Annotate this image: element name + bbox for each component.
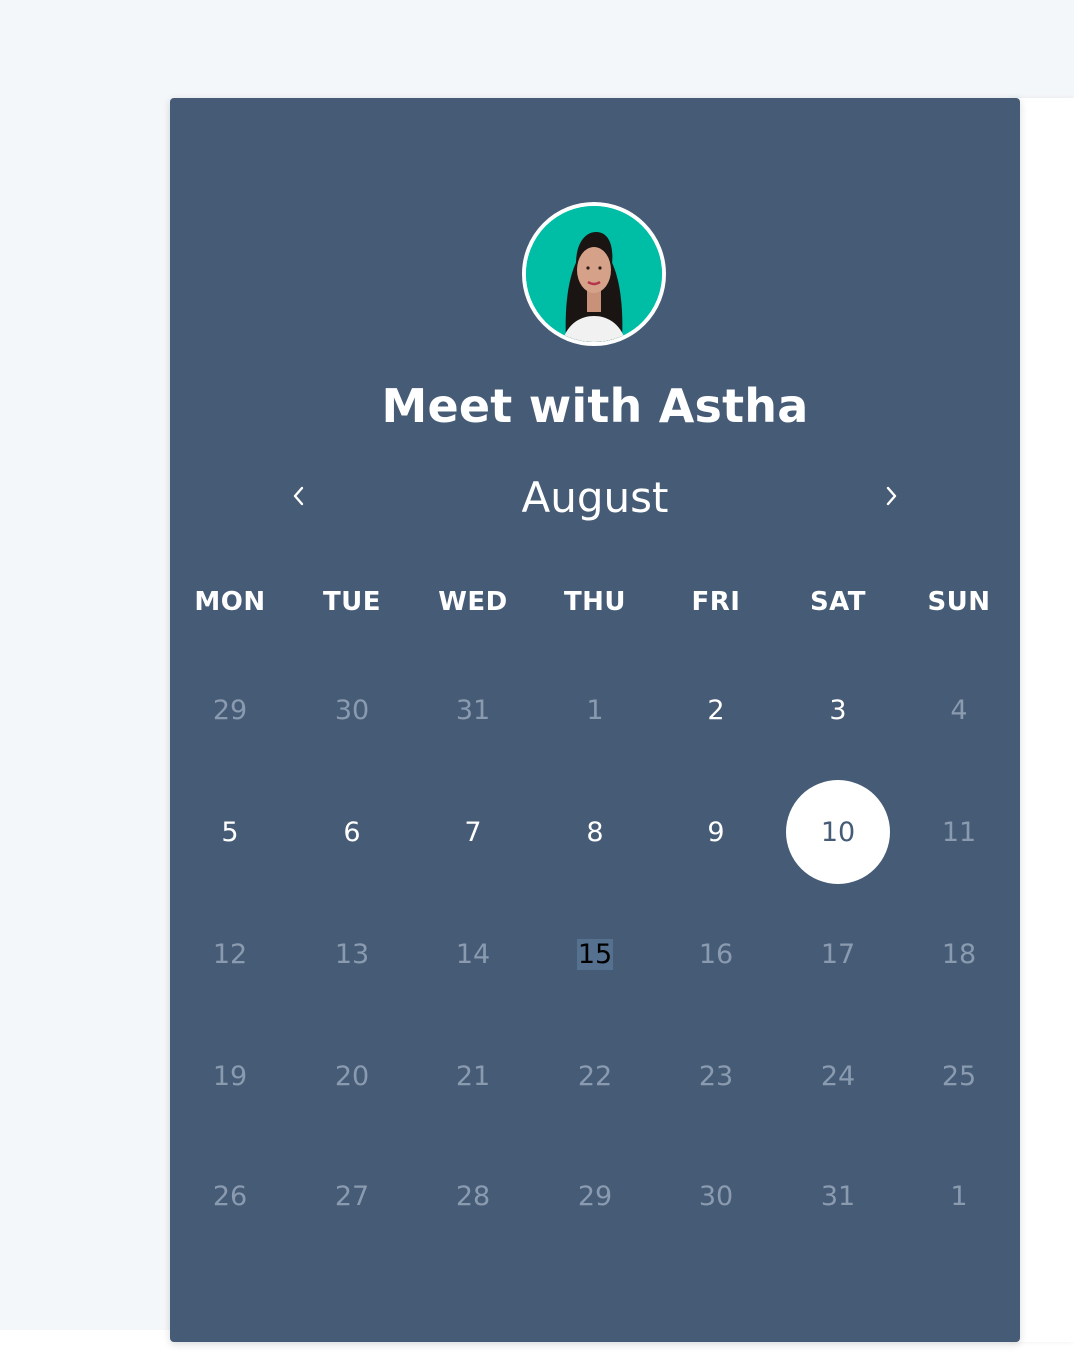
calendar-day[interactable]: 7 bbox=[421, 780, 525, 884]
day-number: 20 bbox=[334, 1060, 370, 1092]
calendar-day: 16 bbox=[664, 902, 768, 1006]
day-number: 2 bbox=[707, 694, 725, 726]
calendar-day: 30 bbox=[664, 1144, 768, 1248]
day-number: 3 bbox=[829, 694, 847, 726]
day-number: 10 bbox=[820, 816, 856, 848]
calendar-day: 1 bbox=[543, 658, 647, 762]
calendar-day: 27 bbox=[300, 1144, 404, 1248]
calendar-day: 17 bbox=[786, 902, 890, 1006]
day-number: 29 bbox=[212, 694, 248, 726]
calendar-day: 28 bbox=[421, 1144, 525, 1248]
day-number: 4 bbox=[950, 694, 968, 726]
calendar-day[interactable]: 8 bbox=[543, 780, 647, 884]
calendar-day: 1 bbox=[907, 1144, 1011, 1248]
day-number: 1 bbox=[950, 1180, 968, 1212]
calendar-day: 29 bbox=[543, 1144, 647, 1248]
day-number: 1 bbox=[586, 694, 604, 726]
calendar-day[interactable]: 2 bbox=[664, 658, 768, 762]
calendar-day: 11 bbox=[907, 780, 1011, 884]
calendar-day: 23 bbox=[664, 1024, 768, 1128]
day-number: 12 bbox=[212, 938, 248, 970]
day-number: 30 bbox=[698, 1180, 734, 1212]
calendar-day: 29 bbox=[178, 658, 282, 762]
day-number: 8 bbox=[586, 816, 604, 848]
selected-day[interactable]: 10 bbox=[786, 780, 890, 884]
day-number: 31 bbox=[820, 1180, 856, 1212]
calendar-day: 31 bbox=[786, 1144, 890, 1248]
calendar-day: 13 bbox=[300, 902, 404, 1006]
day-number: 31 bbox=[455, 694, 491, 726]
today-day: 15 bbox=[543, 902, 647, 1006]
day-number: 17 bbox=[820, 938, 856, 970]
calendar-day: 20 bbox=[300, 1024, 404, 1128]
day-number: 30 bbox=[334, 694, 370, 726]
day-number: 6 bbox=[343, 816, 361, 848]
calendar-day: 25 bbox=[907, 1024, 1011, 1128]
calendar-day: 31 bbox=[421, 658, 525, 762]
day-number: 13 bbox=[334, 938, 370, 970]
day-number: 7 bbox=[464, 816, 482, 848]
calendar-day: 21 bbox=[421, 1024, 525, 1128]
calendar-day: 26 bbox=[178, 1144, 282, 1248]
day-number: 28 bbox=[455, 1180, 491, 1212]
calendar-day: 24 bbox=[786, 1024, 890, 1128]
day-number: 11 bbox=[941, 816, 977, 848]
day-number: 14 bbox=[455, 938, 491, 970]
calendar-day: 30 bbox=[300, 658, 404, 762]
day-number: 26 bbox=[212, 1180, 248, 1212]
day-number: 9 bbox=[707, 816, 725, 848]
calendar-day: 14 bbox=[421, 902, 525, 1006]
day-number: 22 bbox=[577, 1060, 613, 1092]
day-number: 29 bbox=[577, 1180, 613, 1212]
calendar-card: Meet with Astha August MON TUE WED THU F… bbox=[170, 98, 1020, 1342]
day-number: 23 bbox=[698, 1060, 734, 1092]
calendar-grid: 29 30 31 1 2 3 4 5 6 7 8 9 10 11 12 13 14 15 16 17 18 19 20 21 2… bbox=[170, 98, 1020, 1342]
day-number: 18 bbox=[941, 938, 977, 970]
day-number: 25 bbox=[941, 1060, 977, 1092]
calendar-day[interactable]: 9 bbox=[664, 780, 768, 884]
calendar-day: 18 bbox=[907, 902, 1011, 1006]
calendar-day: 19 bbox=[178, 1024, 282, 1128]
day-number: 16 bbox=[698, 938, 734, 970]
day-number: 5 bbox=[221, 816, 239, 848]
page: Meet with Astha August MON TUE WED THU F… bbox=[0, 0, 1074, 1368]
calendar-day: 22 bbox=[543, 1024, 647, 1128]
calendar-day: 12 bbox=[178, 902, 282, 1006]
day-number: 15 bbox=[576, 938, 614, 970]
calendar-day[interactable]: 3 bbox=[786, 658, 890, 762]
calendar-day[interactable]: 6 bbox=[300, 780, 404, 884]
day-number: 19 bbox=[212, 1060, 248, 1092]
day-number: 21 bbox=[455, 1060, 491, 1092]
calendar-day: 4 bbox=[907, 658, 1011, 762]
day-number: 24 bbox=[820, 1060, 856, 1092]
calendar-day[interactable]: 5 bbox=[178, 780, 282, 884]
day-number: 27 bbox=[334, 1180, 370, 1212]
